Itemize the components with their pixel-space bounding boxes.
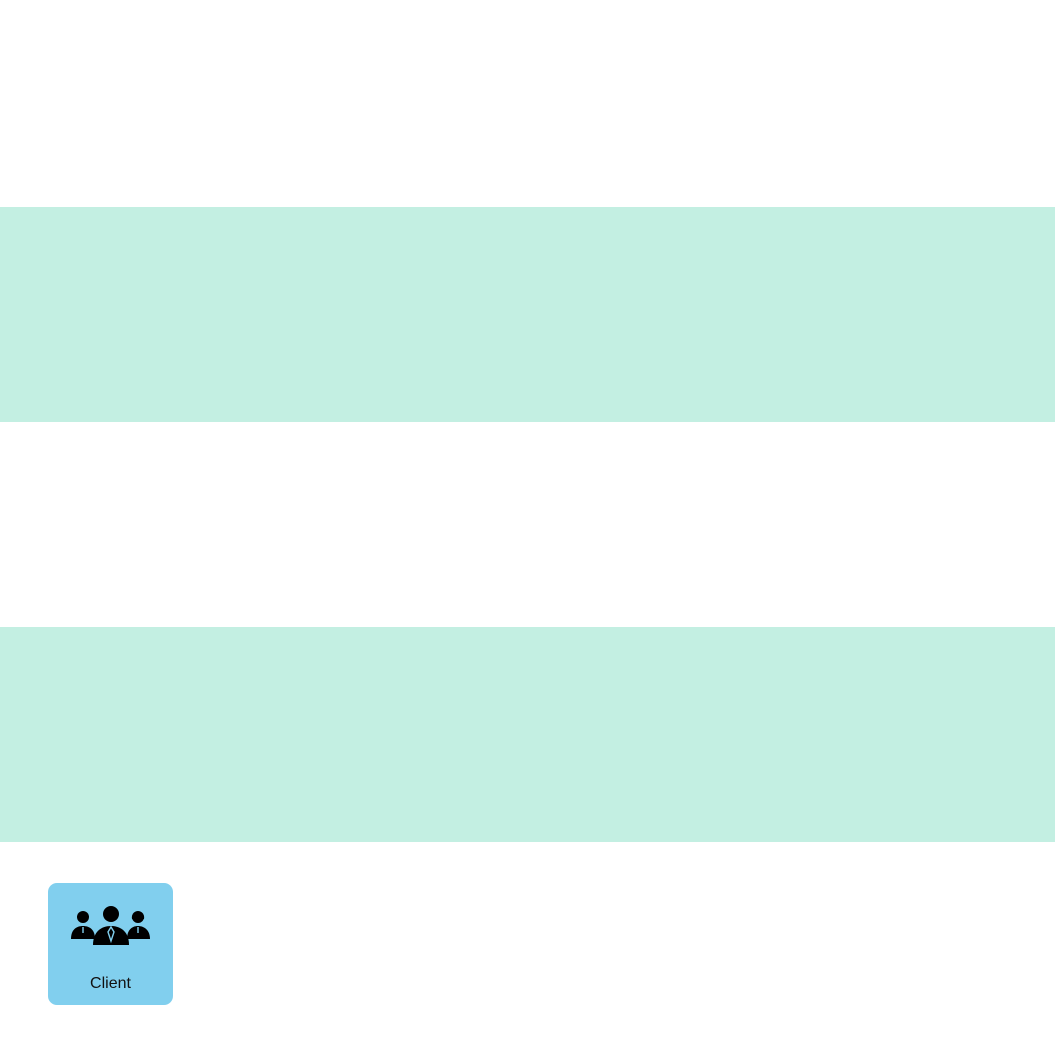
users-group-icon [71,906,150,945]
client-node[interactable]: Client [48,883,173,1005]
lane-band-1 [0,207,1055,422]
client-label: Client [90,975,131,992]
lane-band-2 [0,627,1055,842]
